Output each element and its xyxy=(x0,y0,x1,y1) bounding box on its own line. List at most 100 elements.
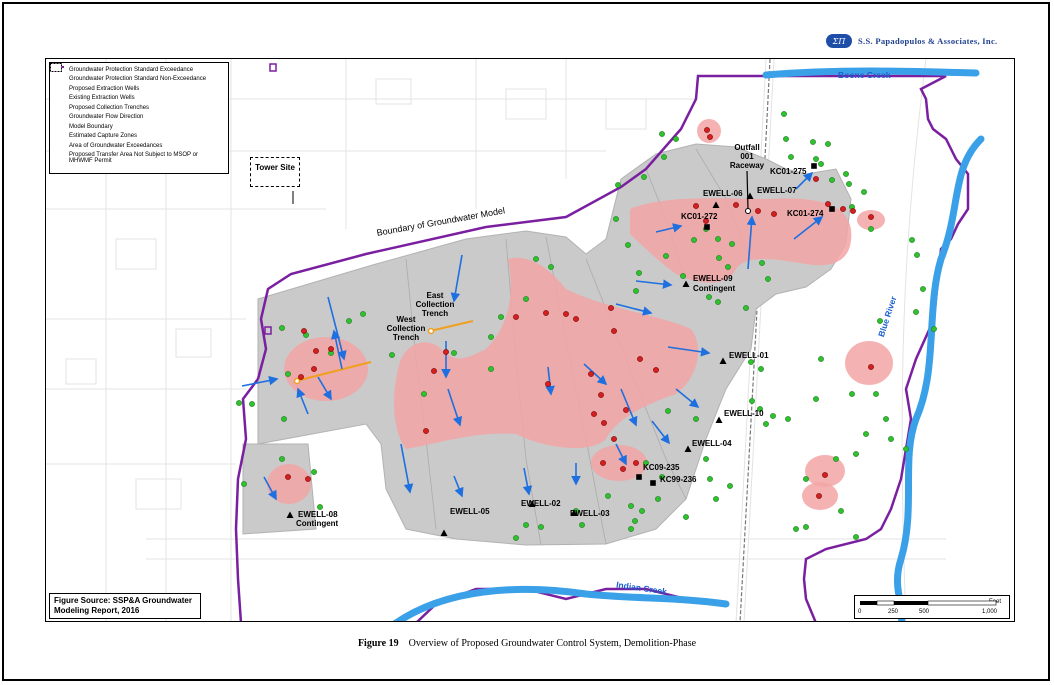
exceedance-point xyxy=(850,208,856,214)
non-exceedance-point xyxy=(661,154,667,160)
non-exceedance-point xyxy=(813,156,819,162)
non-exceedance-point xyxy=(829,177,835,183)
legend-item: Proposed Extraction Wells xyxy=(50,63,225,94)
exceedance-point xyxy=(598,392,604,398)
legend-item: Existing Extraction Wells xyxy=(51,64,225,104)
non-exceedance-point xyxy=(818,356,824,362)
well-label-ewell-02: EWELL-02 xyxy=(521,499,561,508)
exceedance-point xyxy=(637,356,643,362)
non-exceedance-point xyxy=(763,421,769,427)
exceedance-point xyxy=(298,374,304,380)
non-exceedance-point xyxy=(523,296,529,302)
green-dot-icon xyxy=(50,63,69,84)
exceedance-point xyxy=(588,371,594,377)
non-exceedance-point xyxy=(241,481,247,487)
legend-label: Groundwater Protection Standard Exceedan… xyxy=(69,66,194,73)
legend-item: Area of Groundwater Exceedances xyxy=(50,63,225,151)
non-exceedance-point xyxy=(659,131,665,137)
exceedance-point xyxy=(755,208,761,214)
purple-line-icon xyxy=(50,66,69,131)
well-label-ewell-01: EWELL-01 xyxy=(729,351,769,360)
scale-tick: 250 xyxy=(888,609,899,615)
exceedance-point xyxy=(693,203,699,209)
non-exceedance-point xyxy=(655,496,661,502)
exceedance-point xyxy=(305,476,311,482)
figure-source-note: Figure Source: SSP&A Groundwater Modelin… xyxy=(49,593,201,619)
non-exceedance-point xyxy=(715,236,721,242)
well-label-ewell-09: EWELL-09 xyxy=(693,274,733,283)
non-exceedance-point xyxy=(788,154,794,160)
exceedance-point xyxy=(733,202,739,208)
proposed-well-ewell-07 xyxy=(746,192,754,199)
exceedance-point xyxy=(423,428,429,434)
scale-tick: 500 xyxy=(919,609,930,615)
pink-fill-icon xyxy=(50,63,69,150)
west-trench-label: West Collection Trench xyxy=(386,315,426,342)
proposed-well-ewell-04 xyxy=(684,445,692,452)
exceedance-point xyxy=(825,201,831,207)
well-label-kc01-272: KC01-272 xyxy=(681,212,718,221)
exceedance-point xyxy=(285,474,291,480)
non-exceedance-point xyxy=(873,391,879,397)
non-exceedance-point xyxy=(632,518,638,524)
non-exceedance-point xyxy=(781,111,787,117)
non-exceedance-point xyxy=(548,264,554,270)
non-exceedance-point xyxy=(913,309,919,315)
exceedance-point xyxy=(707,134,713,140)
exceedance-point xyxy=(545,381,551,387)
exceedance-point xyxy=(301,328,307,334)
gray-fill-icon xyxy=(50,63,69,141)
proposed-well-ewell-06 xyxy=(712,201,720,208)
exceedance-point xyxy=(431,368,437,374)
exceedance-point xyxy=(611,436,617,442)
non-exceedance-point xyxy=(236,400,242,406)
non-exceedance-point xyxy=(783,136,789,142)
exceedance-point xyxy=(313,348,319,354)
non-exceedance-point xyxy=(748,359,754,365)
non-exceedance-point xyxy=(725,264,731,270)
legend-label: Proposed Collection Trenches xyxy=(69,104,150,111)
exceedance-point xyxy=(633,460,639,466)
non-exceedance-point xyxy=(758,366,764,372)
existing-well-kc01-272 xyxy=(704,224,710,230)
non-exceedance-point xyxy=(813,396,819,402)
legend-label: Existing Extraction Wells xyxy=(69,95,135,101)
well-label-ewell-10: EWELL-10 xyxy=(724,409,764,418)
legend-item: Groundwater Protection Standard Non-Exce… xyxy=(50,63,225,85)
well-label-ewell-03: EWELL-03 xyxy=(570,509,610,518)
scale-tick: 1,000 xyxy=(982,609,998,615)
scale-bar-graphic xyxy=(860,600,997,606)
company-logo: ΣΠ S.S. Papadopulos & Associates, Inc. xyxy=(826,34,997,48)
non-exceedance-point xyxy=(909,237,915,243)
existing-well-kc01-274 xyxy=(829,206,835,212)
exceedance-point xyxy=(623,407,629,413)
exceedance-point xyxy=(601,420,607,426)
well-label-kc01-274: KC01-274 xyxy=(787,209,824,218)
non-exceedance-point xyxy=(615,182,621,188)
well-label-kc99-236: KC99-236 xyxy=(660,475,697,484)
figure-number: Figure 19 xyxy=(357,638,399,649)
existing-well-kc09-235 xyxy=(636,474,642,480)
non-exceedance-point xyxy=(853,534,859,540)
non-exceedance-point xyxy=(523,522,529,528)
non-exceedance-point xyxy=(633,288,639,294)
map[interactable]: Groundwater Protection Standard Exceedan… xyxy=(45,58,1015,622)
non-exceedance-point xyxy=(846,181,852,187)
non-exceedance-point xyxy=(707,476,713,482)
non-exceedance-point xyxy=(691,237,697,243)
orange-line-icon xyxy=(50,66,69,112)
non-exceedance-point xyxy=(793,526,799,532)
non-exceedance-point xyxy=(931,326,937,332)
dashed-box-icon xyxy=(50,63,69,163)
exceedance-point xyxy=(513,314,519,320)
well-label-ewell-04: EWELL-04 xyxy=(692,439,732,448)
exceedance-point xyxy=(311,366,317,372)
legend-label: Proposed Transfer Area Not Subject to MS… xyxy=(69,151,198,165)
non-exceedance-point xyxy=(785,416,791,422)
non-exceedance-point xyxy=(920,286,926,292)
non-exceedance-point xyxy=(765,276,771,282)
non-exceedance-point xyxy=(613,216,619,222)
existing-well-kc99-236 xyxy=(650,480,656,486)
proposed-well-ewell-08 xyxy=(286,511,294,518)
non-exceedance-point xyxy=(346,318,352,324)
